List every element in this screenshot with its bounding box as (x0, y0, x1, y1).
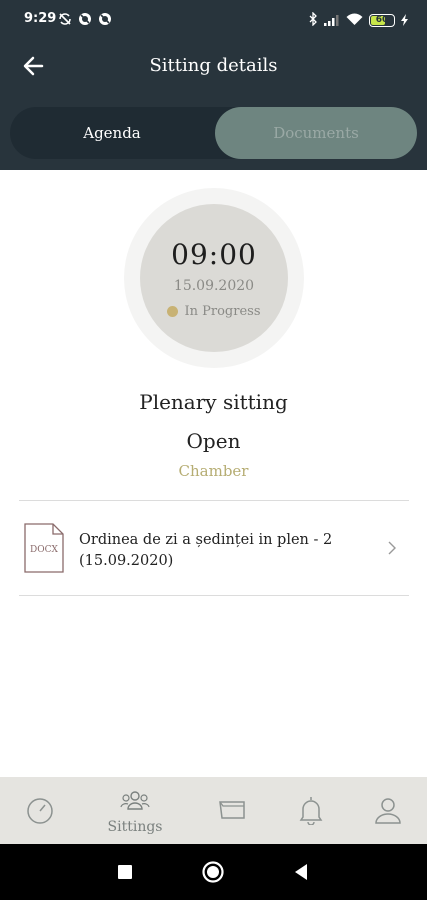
no-disturb-icon (98, 11, 112, 25)
tab-documents[interactable]: Documents (215, 107, 417, 159)
no-disturb-icon (78, 11, 92, 25)
status-left-icons (58, 11, 112, 25)
nav-label-sittings: Sittings (107, 819, 163, 835)
users-icon (120, 791, 150, 810)
sitting-state: Open (186, 429, 241, 453)
battery-level: 60 (375, 15, 389, 25)
status-text: In Progress (184, 304, 261, 319)
app-header: Sitting details Agenda Documents (0, 40, 427, 170)
nav-item-notifications[interactable] (276, 777, 346, 844)
back-nav-button[interactable] (293, 863, 309, 881)
divider (19, 500, 409, 501)
docx-file-icon: DOCX (24, 523, 64, 573)
status-dot-icon (167, 306, 179, 317)
divider (19, 595, 409, 596)
page-title: Sitting details (149, 55, 278, 76)
signal-icon (324, 11, 340, 30)
home-icon (202, 861, 224, 883)
nav-item-documents[interactable] (197, 777, 267, 844)
bottom-nav: Sittings (0, 777, 427, 844)
status-right-icons: 60 (309, 11, 409, 30)
wifi-icon (346, 11, 363, 30)
charging-icon (401, 11, 409, 30)
system-nav-bar (0, 844, 427, 900)
user-icon (375, 798, 401, 824)
docx-label: DOCX (30, 545, 58, 555)
sitting-time: 09:00 (171, 238, 257, 271)
chevron-right-icon (388, 541, 396, 555)
status-badge: In Progress (140, 304, 288, 319)
sitting-date: 15.09.2020 (173, 278, 255, 294)
status-bar: 9:29 60 (0, 0, 427, 40)
nav-item-profile[interactable] (353, 777, 423, 844)
document-row[interactable]: DOCX Ordinea de zi a ședinței in plen - … (19, 502, 409, 595)
battery-icon: 60 (369, 14, 395, 27)
nav-item-dashboard[interactable] (5, 777, 75, 844)
status-time: 9:29 (24, 11, 57, 26)
nav-item-sittings[interactable]: Sittings (100, 777, 170, 844)
sync-off-icon (58, 11, 72, 25)
sitting-name: Plenary sitting (139, 390, 288, 414)
recent-apps-button[interactable] (118, 865, 132, 879)
triangle-back-icon (295, 864, 307, 880)
tab-agenda[interactable]: Agenda (10, 107, 214, 159)
tab-bar: Agenda Documents (10, 107, 417, 159)
folder-icon (219, 801, 245, 819)
document-title: Ordinea de zi a ședinței in plen - 2 (15… (79, 532, 333, 569)
sitting-location: Chamber (178, 462, 249, 480)
bell-icon (299, 797, 323, 825)
home-button[interactable] (202, 861, 224, 883)
gauge-icon (27, 798, 53, 824)
bluetooth-icon (309, 11, 318, 30)
